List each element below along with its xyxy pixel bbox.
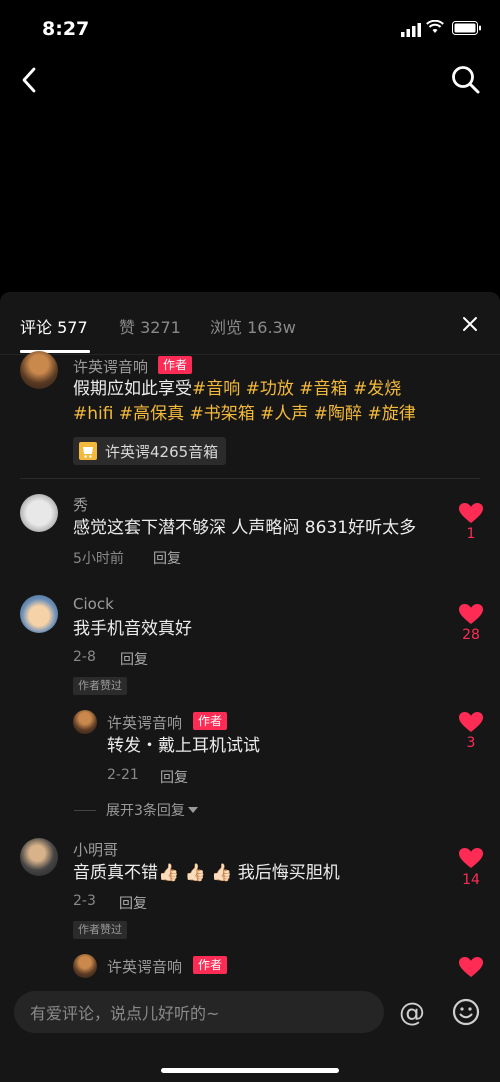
author-liked-chip: 作者赞过 — [73, 677, 127, 695]
shopping-cart-icon — [79, 442, 97, 460]
author-badge: 作者 — [158, 356, 193, 374]
comment-time: 5小时前 — [73, 551, 124, 567]
reply-username[interactable]: 许英谔音响 — [107, 712, 182, 733]
sheet-header: 评论 577 赞 3271 浏览 16.3w — [0, 292, 500, 355]
like-count: 3 — [466, 735, 476, 751]
status-bar: 8:27 — [0, 0, 500, 56]
reply-button[interactable]: 回复 — [153, 548, 181, 568]
like-heart-icon[interactable] — [458, 956, 484, 978]
divider — [20, 478, 480, 479]
back-icon[interactable] — [16, 64, 44, 96]
battery-icon — [452, 21, 481, 35]
home-indicator — [161, 1068, 339, 1073]
comment-time: 2-3 — [73, 893, 96, 909]
expand-line — [74, 809, 96, 811]
post-tags-2[interactable]: #hifi #高保真 #书架箱 #人声 #陶醉 #旋律 — [73, 404, 416, 424]
comment-input[interactable] — [28, 991, 372, 1035]
post-text: 假期应如此享受#音响 #功放 #音箱 #发烧 #hifi #高保真 #书架箱 #… — [73, 377, 483, 427]
comment-input-container[interactable] — [14, 991, 384, 1035]
like-heart-icon[interactable] — [458, 603, 484, 625]
reply-button[interactable]: 回复 — [120, 649, 148, 669]
post-tags-1[interactable]: #音响 #功放 #音箱 #发烧 — [192, 379, 401, 399]
reply-button[interactable]: 回复 — [160, 767, 188, 787]
post-text-plain: 假期应如此享受 — [73, 379, 192, 399]
author-liked-chip: 作者赞过 — [73, 921, 127, 939]
comment-username[interactable]: 小明哥 — [73, 839, 118, 860]
search-icon[interactable] — [450, 64, 482, 96]
comment-time: 2-8 — [73, 649, 96, 665]
like-count: 1 — [466, 526, 476, 542]
author-badge: 作者 — [193, 712, 228, 730]
comment-sheet: 评论 577 赞 3271 浏览 16.3w 许英谔音响 作者 假期应如此享受#… — [0, 292, 500, 1082]
reply-text: 转发・戴上耳机试试 — [107, 736, 260, 756]
expand-replies-label: 展开3条回复 — [106, 803, 185, 819]
reply-avatar[interactable] — [73, 710, 97, 734]
like-count: 28 — [462, 627, 480, 643]
comment-text: 感觉这套下潜不够深 人声略闷 8631好听太多 — [73, 518, 417, 538]
author-badge: 作者 — [193, 956, 228, 974]
cellular-signal-icon — [401, 23, 421, 37]
wifi-icon — [426, 20, 444, 33]
reply-username[interactable]: 许英谔音响 — [107, 956, 182, 977]
comment-avatar[interactable] — [20, 595, 58, 633]
tab-views[interactable]: 浏览 16.3w — [210, 314, 296, 338]
product-link[interactable]: 许英谔4265音箱 — [73, 437, 227, 465]
emoji-icon[interactable] — [452, 998, 480, 1026]
like-heart-icon[interactable] — [458, 847, 484, 869]
reply-time: 2-21 — [107, 767, 139, 783]
comment-text: 音质真不错👍🏻 👍🏻 👍🏻 我后悔买胆机 — [73, 863, 340, 883]
comment-avatar[interactable] — [20, 838, 58, 876]
comment-username[interactable]: Ciock — [73, 595, 114, 613]
tab-likes[interactable]: 赞 3271 — [119, 314, 181, 338]
status-time: 8:27 — [42, 18, 90, 40]
post-author-avatar[interactable] — [20, 351, 58, 389]
reply-avatar[interactable] — [73, 954, 97, 978]
like-count: 14 — [462, 872, 480, 888]
comment-username[interactable]: 秀 — [73, 494, 88, 515]
comment-composer: @ — [0, 988, 500, 1082]
comment-text: 我手机音效真好 — [73, 619, 192, 639]
reply-button[interactable]: 回复 — [119, 893, 147, 913]
post-author-name[interactable]: 许英谔音响 — [73, 356, 148, 377]
like-heart-icon[interactable] — [458, 502, 484, 524]
expand-replies-button[interactable]: 展开3条回复 — [74, 800, 199, 820]
mention-button[interactable]: @ — [399, 998, 425, 1028]
close-icon[interactable] — [460, 314, 480, 334]
chevron-down-icon — [187, 807, 198, 813]
comment-avatar[interactable] — [20, 494, 58, 532]
like-heart-icon[interactable] — [458, 711, 484, 733]
tab-comments[interactable]: 评论 577 — [20, 314, 88, 338]
product-name: 许英谔4265音箱 — [105, 442, 219, 461]
